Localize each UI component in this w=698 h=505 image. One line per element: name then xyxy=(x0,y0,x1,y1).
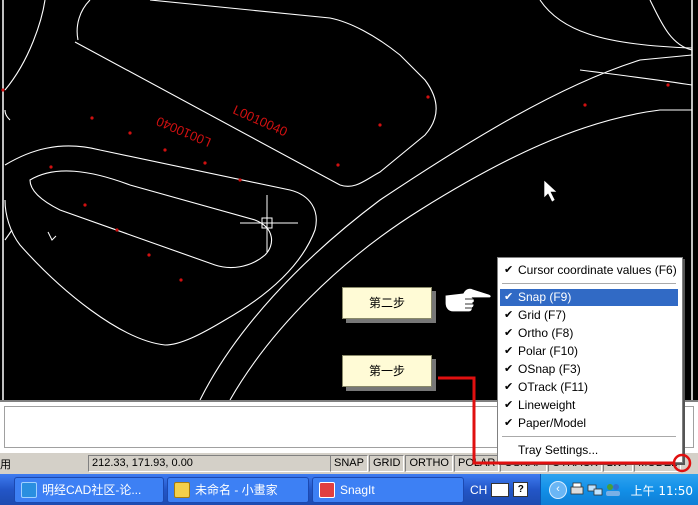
checkmark-icon: ✔ xyxy=(504,345,514,357)
printer-icon[interactable] xyxy=(569,482,585,497)
snap-toggle[interactable]: SNAP xyxy=(330,455,368,472)
keyboard-icon[interactable] xyxy=(491,482,510,497)
taskbar-item-paint[interactable]: 未命名 - 小畫家 xyxy=(167,477,309,503)
taskbar-item-browser[interactable]: 明经CAD社区-论... xyxy=(14,477,164,503)
system-tray: ‹ 上午 11:50 xyxy=(540,474,698,505)
checkmark-icon: ✔ xyxy=(504,291,514,303)
paint-icon xyxy=(174,482,190,498)
users-icon[interactable] xyxy=(605,482,621,497)
system-clock[interactable]: 上午 11:50 xyxy=(631,482,693,499)
grid-toggle[interactable]: GRID xyxy=(368,455,405,472)
ie-icon xyxy=(21,482,37,498)
pointing-hand-icon xyxy=(444,287,492,313)
annotation-connector xyxy=(438,376,692,473)
menu-item-cursor-coordinates[interactable]: ✔ Cursor coordinate values (F6) xyxy=(500,262,678,279)
help-icon[interactable]: ? xyxy=(513,482,529,497)
step-one-callout: 第一步 xyxy=(342,355,432,387)
menu-separator xyxy=(502,283,676,284)
menu-item-polar[interactable]: ✔ Polar (F10) xyxy=(500,343,678,360)
snagit-icon xyxy=(319,482,335,498)
menu-item-snap[interactable]: ✔ Snap (F9) xyxy=(500,289,678,306)
language-bar: CH ? xyxy=(470,482,529,497)
taskbar-item-snagit[interactable]: SnagIt xyxy=(312,477,464,503)
menu-item-grid[interactable]: ✔ Grid (F7) xyxy=(500,307,678,324)
checkmark-icon: ✔ xyxy=(504,309,514,321)
coordinate-display[interactable]: 212.33, 171.93, 0.00 xyxy=(88,455,331,472)
status-prefix: 用 xyxy=(0,458,11,471)
checkmark-icon: ✔ xyxy=(504,264,514,276)
language-indicator[interactable]: CH xyxy=(470,483,487,497)
step-two-callout: 第二步 xyxy=(342,287,432,319)
show-hidden-icons-button[interactable]: ‹ xyxy=(549,481,567,499)
network-icon[interactable] xyxy=(587,482,603,497)
menu-item-ortho[interactable]: ✔ Ortho (F8) xyxy=(500,325,678,342)
windows-taskbar: 明经CAD社区-论... 未命名 - 小畫家 SnagIt CH ? ‹ 上午 … xyxy=(0,474,698,505)
checkmark-icon: ✔ xyxy=(504,327,514,339)
